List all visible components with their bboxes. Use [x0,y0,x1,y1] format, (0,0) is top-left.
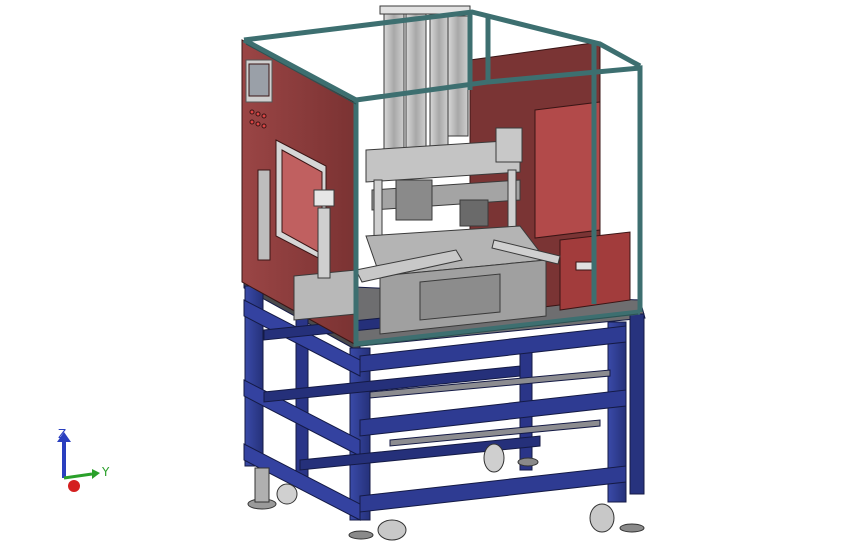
x-axis-marker [68,480,80,492]
cad-viewport[interactable]: Z Y [0,0,867,544]
y-axis-label: Y [101,465,110,479]
machine-model [241,5,646,541]
axis-triad: Z Y [44,420,114,500]
y-arrow-head [92,469,100,479]
y-axis-arrow [63,472,93,480]
z-axis-label: Z [58,427,66,441]
